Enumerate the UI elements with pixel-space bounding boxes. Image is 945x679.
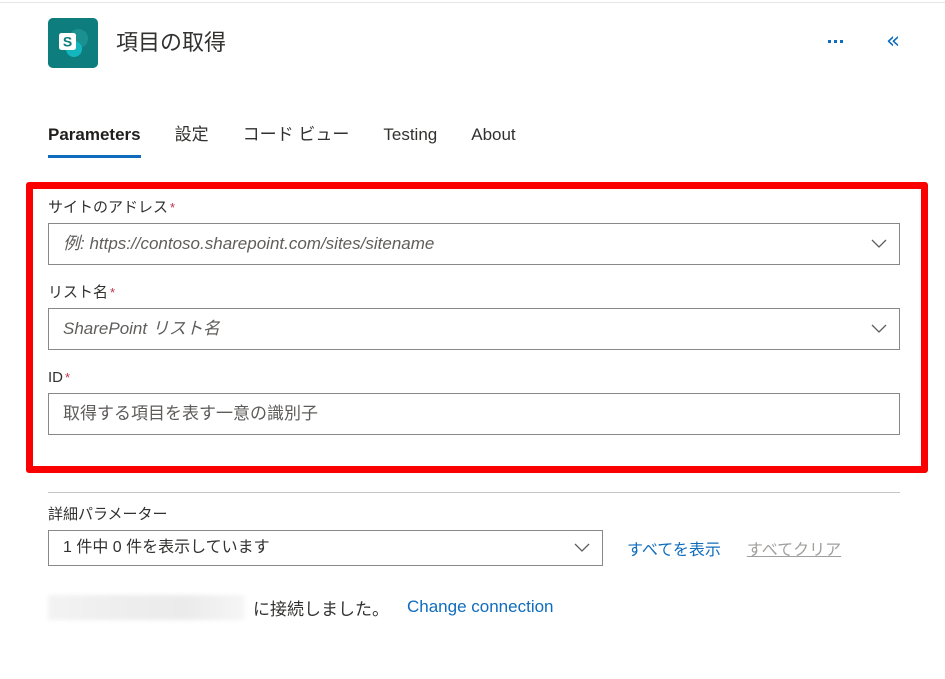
page-title: 項目の取得 xyxy=(116,28,226,58)
svg-text:S: S xyxy=(63,34,72,50)
tab-settings-label: 設定 xyxy=(175,125,209,144)
advanced-parameters-section: 詳細パラメーター 1 件中 0 件を表示しています すべてを表示 すべてクリア xyxy=(48,505,900,566)
field-site-address-label-text: サイトのアドレス xyxy=(48,199,168,216)
advanced-parameters-links: すべてを表示 すべてクリア xyxy=(627,536,841,560)
chevron-down-icon[interactable] xyxy=(859,239,899,249)
tab-code-view[interactable]: コード ビュー xyxy=(226,124,367,158)
action-details-panel: S 項目の取得 « Parameters 設定 コード ビュー Testing xyxy=(0,0,945,679)
advanced-parameters-select-value: 1 件中 0 件を表示しています xyxy=(49,531,562,565)
required-marker: * xyxy=(110,285,115,300)
panel-header: S 項目の取得 « xyxy=(48,18,908,74)
field-list-name-label-text: リスト名 xyxy=(48,284,108,301)
tab-code-view-label: コード ビュー xyxy=(243,125,350,144)
tab-about-label: About xyxy=(471,125,515,144)
top-divider xyxy=(0,2,945,3)
advanced-parameters-row: 1 件中 0 件を表示しています すべてを表示 すべてクリア xyxy=(48,530,900,566)
field-site-address: サイトのアドレス* 例: https://contoso.sharepoint.… xyxy=(48,198,900,265)
section-divider xyxy=(48,492,900,493)
connection-status-row: に接続しました。 Change connection xyxy=(48,592,554,622)
list-name-input[interactable]: SharePoint リスト名 xyxy=(49,309,859,349)
field-list-name-label: リスト名* xyxy=(48,283,900,303)
sharepoint-icon: S xyxy=(48,18,98,68)
tab-testing-label: Testing xyxy=(383,125,437,144)
id-input-wrap[interactable]: 取得する項目を表す一意の識別子 xyxy=(48,393,900,435)
tab-about[interactable]: About xyxy=(454,124,532,158)
show-all-link[interactable]: すべてを表示 xyxy=(627,536,721,560)
chevron-down-icon[interactable] xyxy=(562,543,602,553)
id-input[interactable]: 取得する項目を表す一意の識別子 xyxy=(49,394,899,434)
tab-parameters[interactable]: Parameters xyxy=(48,124,158,158)
advanced-parameters-select[interactable]: 1 件中 0 件を表示しています xyxy=(48,530,603,566)
required-marker: * xyxy=(65,370,70,385)
tab-parameters-label: Parameters xyxy=(48,125,141,144)
field-id: ID* 取得する項目を表す一意の識別子 xyxy=(48,368,900,435)
redacted-account-name xyxy=(48,595,245,620)
field-list-name: リスト名* SharePoint リスト名 xyxy=(48,283,900,350)
advanced-parameters-label: 詳細パラメーター xyxy=(48,505,900,525)
double-chevron-left-icon: « xyxy=(886,30,900,53)
required-marker: * xyxy=(170,200,175,215)
header-actions: « xyxy=(820,26,908,56)
parameter-fields: サイトのアドレス* 例: https://contoso.sharepoint.… xyxy=(48,198,900,435)
site-address-input-wrap[interactable]: 例: https://contoso.sharepoint.com/sites/… xyxy=(48,223,900,265)
connection-status-text: に接続しました。 xyxy=(253,595,389,620)
field-id-label-text: ID xyxy=(48,369,63,386)
ellipsis-icon xyxy=(828,40,843,43)
change-connection-link[interactable]: Change connection xyxy=(407,597,554,617)
collapse-panel-icon[interactable]: « xyxy=(878,26,908,56)
field-site-address-label: サイトのアドレス* xyxy=(48,198,900,218)
clear-all-link: すべてクリア xyxy=(747,536,841,560)
tab-bar: Parameters 設定 コード ビュー Testing About xyxy=(48,124,533,158)
more-options-icon[interactable] xyxy=(820,26,850,56)
chevron-down-icon[interactable] xyxy=(859,324,899,334)
site-address-input[interactable]: 例: https://contoso.sharepoint.com/sites/… xyxy=(49,224,859,264)
tab-testing[interactable]: Testing xyxy=(366,124,454,158)
tab-settings[interactable]: 設定 xyxy=(158,124,226,158)
field-id-label: ID* xyxy=(48,368,900,388)
list-name-input-wrap[interactable]: SharePoint リスト名 xyxy=(48,308,900,350)
